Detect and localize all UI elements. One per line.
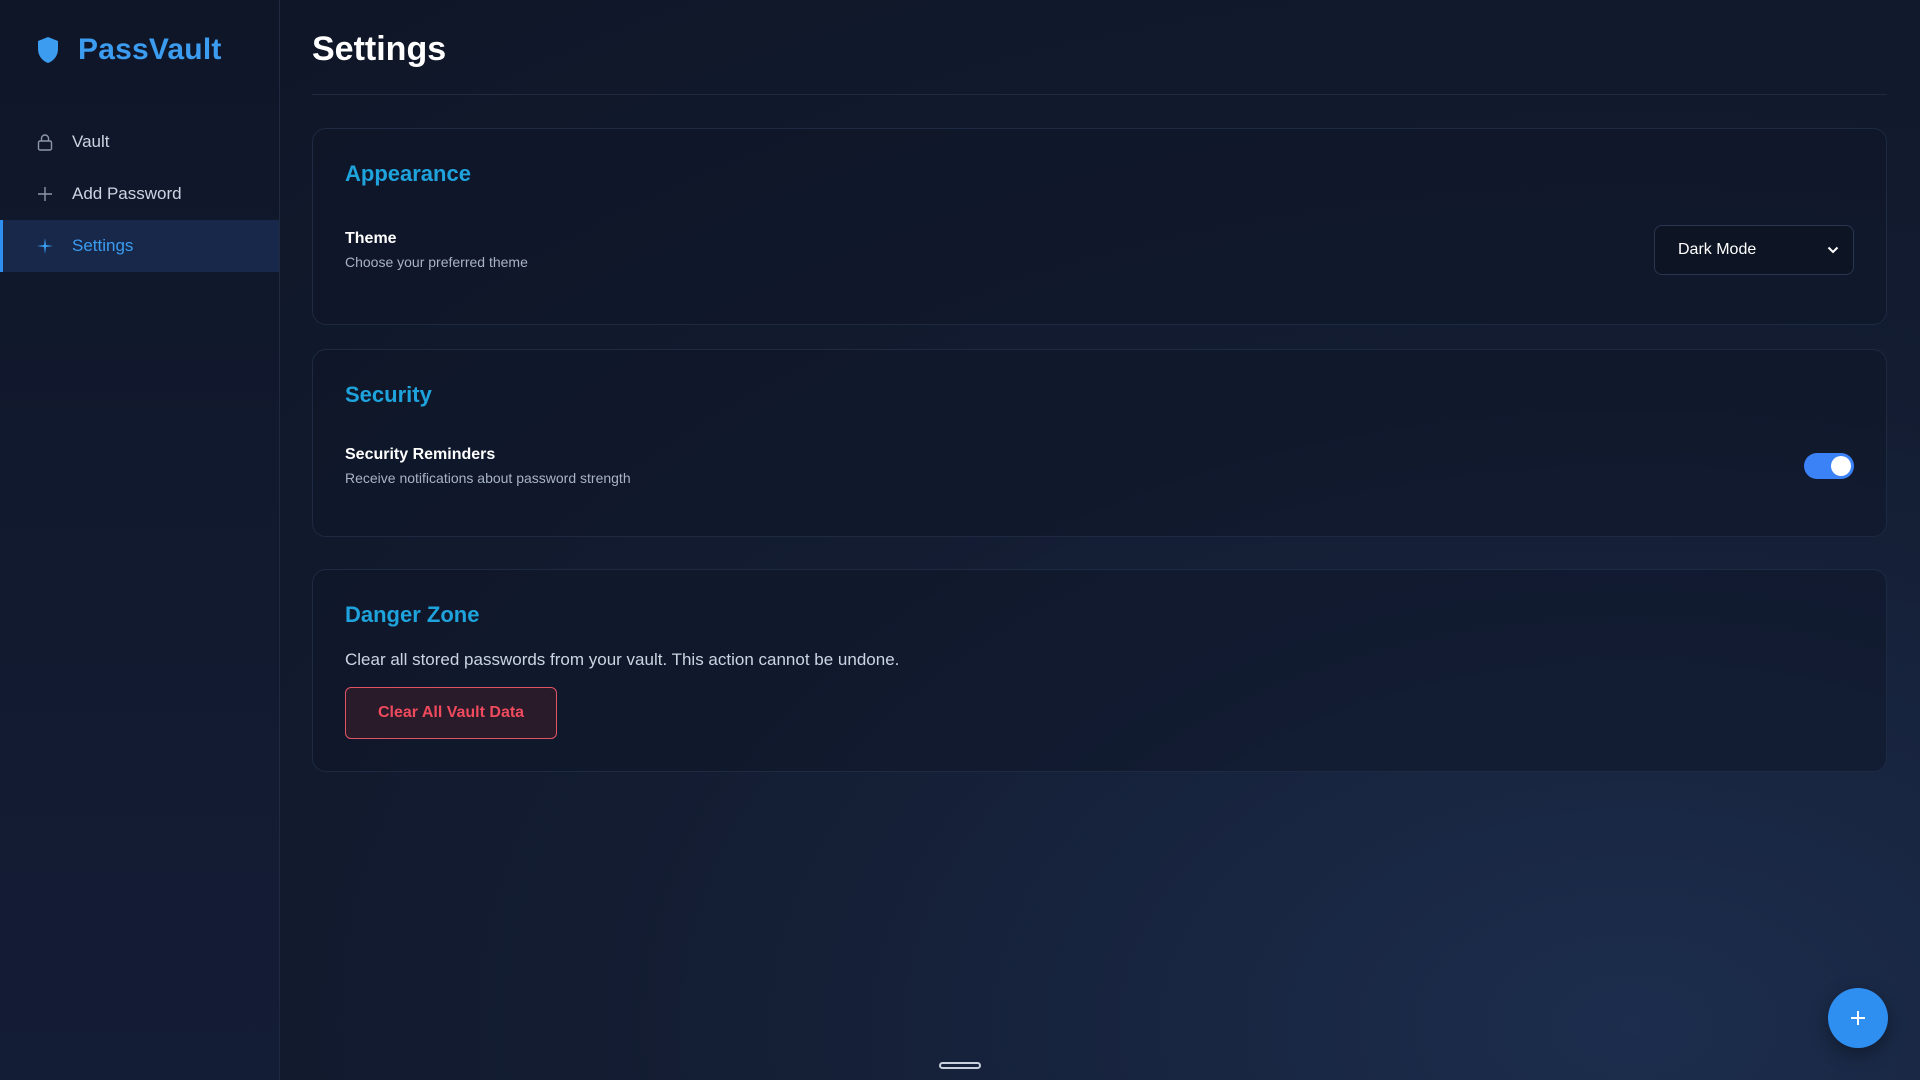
main-content: Settings Appearance Theme Choose your pr… bbox=[312, 0, 1887, 1080]
sidebar-nav: Vault Add Password Settings bbox=[0, 116, 279, 272]
security-reminders-label: Security Reminders bbox=[345, 446, 496, 463]
security-reminders-setting: Security Reminders Receive notifications… bbox=[345, 446, 1854, 486]
plus-icon bbox=[1851, 1011, 1865, 1025]
brand-name: PassVault bbox=[78, 33, 222, 66]
sidebar-item-vault[interactable]: Vault bbox=[0, 116, 279, 168]
security-title: Security bbox=[345, 382, 432, 407]
danger-zone-description: Clear all stored passwords from your vau… bbox=[345, 650, 900, 669]
sidebar: PassVault Vault Add Password Settings bbox=[0, 0, 280, 1080]
danger-zone-card: Danger Zone Clear all stored passwords f… bbox=[312, 569, 1887, 772]
theme-label: Theme bbox=[345, 230, 397, 247]
lock-icon bbox=[37, 134, 53, 151]
page-header: Settings bbox=[312, 0, 1887, 95]
clear-vault-button[interactable]: Clear All Vault Data bbox=[345, 687, 557, 739]
sparkle-icon bbox=[37, 238, 53, 254]
appearance-title: Appearance bbox=[345, 161, 471, 186]
sidebar-item-add-password[interactable]: Add Password bbox=[0, 168, 279, 220]
theme-select[interactable]: Dark Mode bbox=[1654, 225, 1854, 275]
sidebar-item-label: Vault bbox=[72, 132, 110, 151]
theme-description: Choose your preferred theme bbox=[345, 254, 528, 270]
shield-icon bbox=[38, 37, 58, 63]
security-reminders-description: Receive notifications about password str… bbox=[345, 470, 631, 486]
brand[interactable]: PassVault bbox=[0, 0, 279, 100]
security-reminders-text: Security Reminders Receive notifications… bbox=[345, 446, 631, 486]
theme-setting: Theme Choose your preferred theme Dark M… bbox=[345, 225, 1854, 275]
sidebar-item-label: Add Password bbox=[72, 184, 182, 203]
add-password-fab[interactable] bbox=[1828, 988, 1888, 1048]
app-window: PassVault Vault Add Password Settings Se… bbox=[0, 0, 1920, 1080]
scroll-handle[interactable] bbox=[939, 1062, 981, 1069]
sidebar-item-label: Settings bbox=[72, 236, 134, 255]
page-title: Settings bbox=[312, 29, 447, 68]
sidebar-item-settings[interactable]: Settings bbox=[0, 220, 279, 272]
appearance-card: Appearance Theme Choose your preferred t… bbox=[312, 128, 1887, 325]
security-reminders-toggle[interactable] bbox=[1804, 453, 1854, 479]
theme-text: Theme Choose your preferred theme bbox=[345, 230, 528, 270]
chevron-down-icon bbox=[1827, 246, 1839, 254]
danger-zone-title: Danger Zone bbox=[345, 602, 480, 627]
plus-icon bbox=[38, 187, 52, 201]
theme-select-value: Dark Mode bbox=[1678, 241, 1757, 258]
toggle-knob bbox=[1831, 456, 1851, 476]
security-card: Security Security Reminders Receive noti… bbox=[312, 349, 1887, 537]
